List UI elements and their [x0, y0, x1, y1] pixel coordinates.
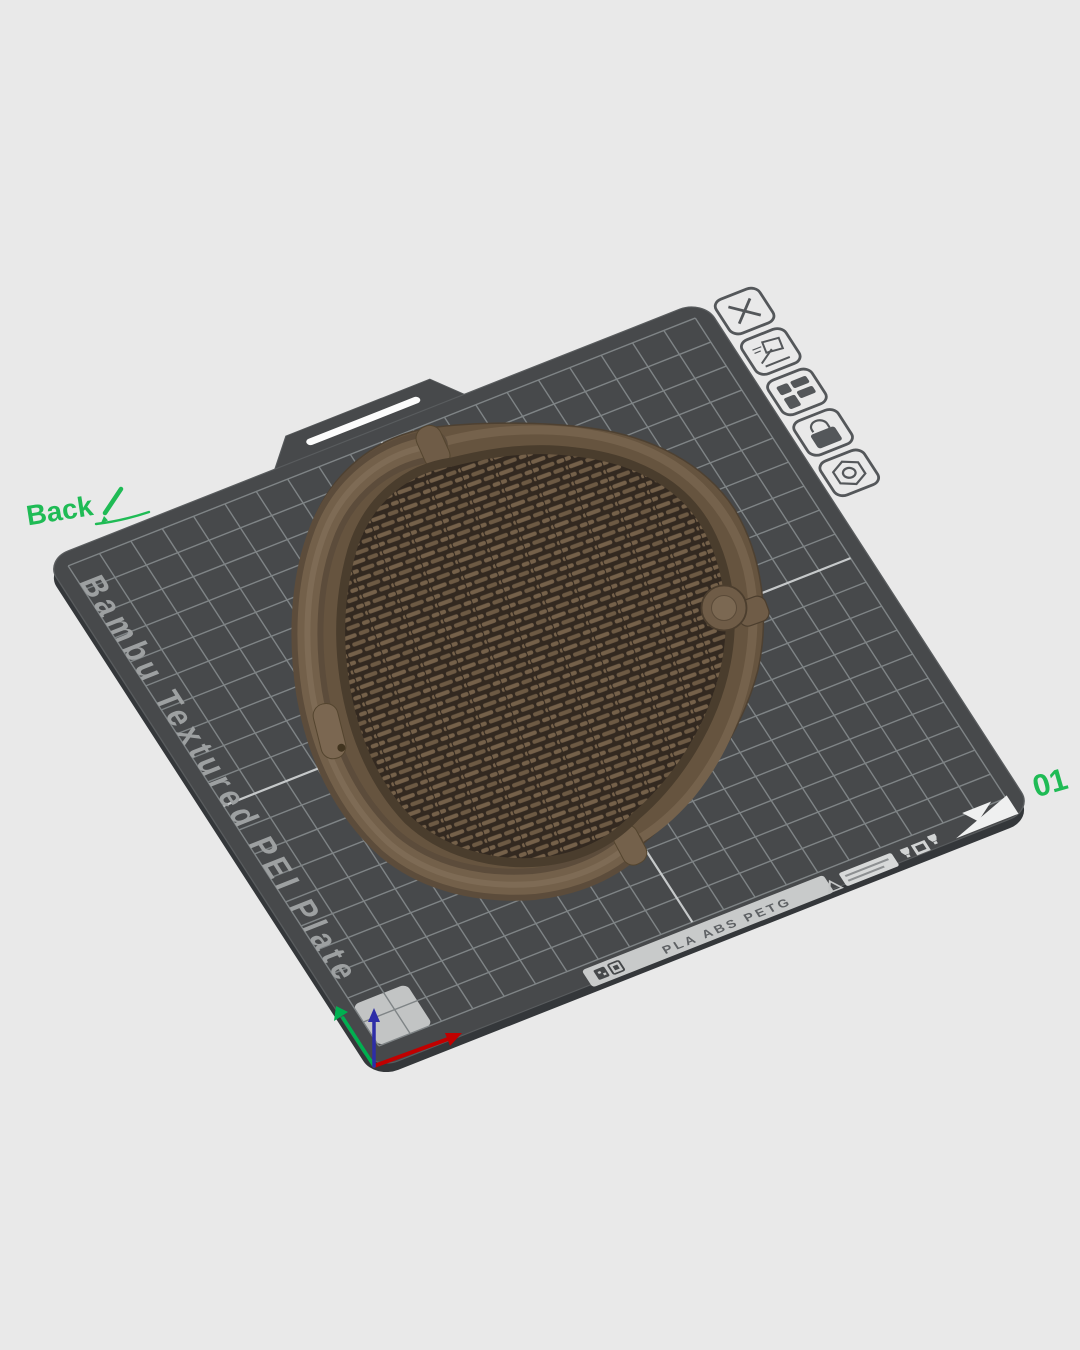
model-button-inner: [712, 596, 737, 621]
viewport-3d[interactable]: Bambu Textured PEI Plate PLA ABS PETG: [0, 0, 1080, 1350]
